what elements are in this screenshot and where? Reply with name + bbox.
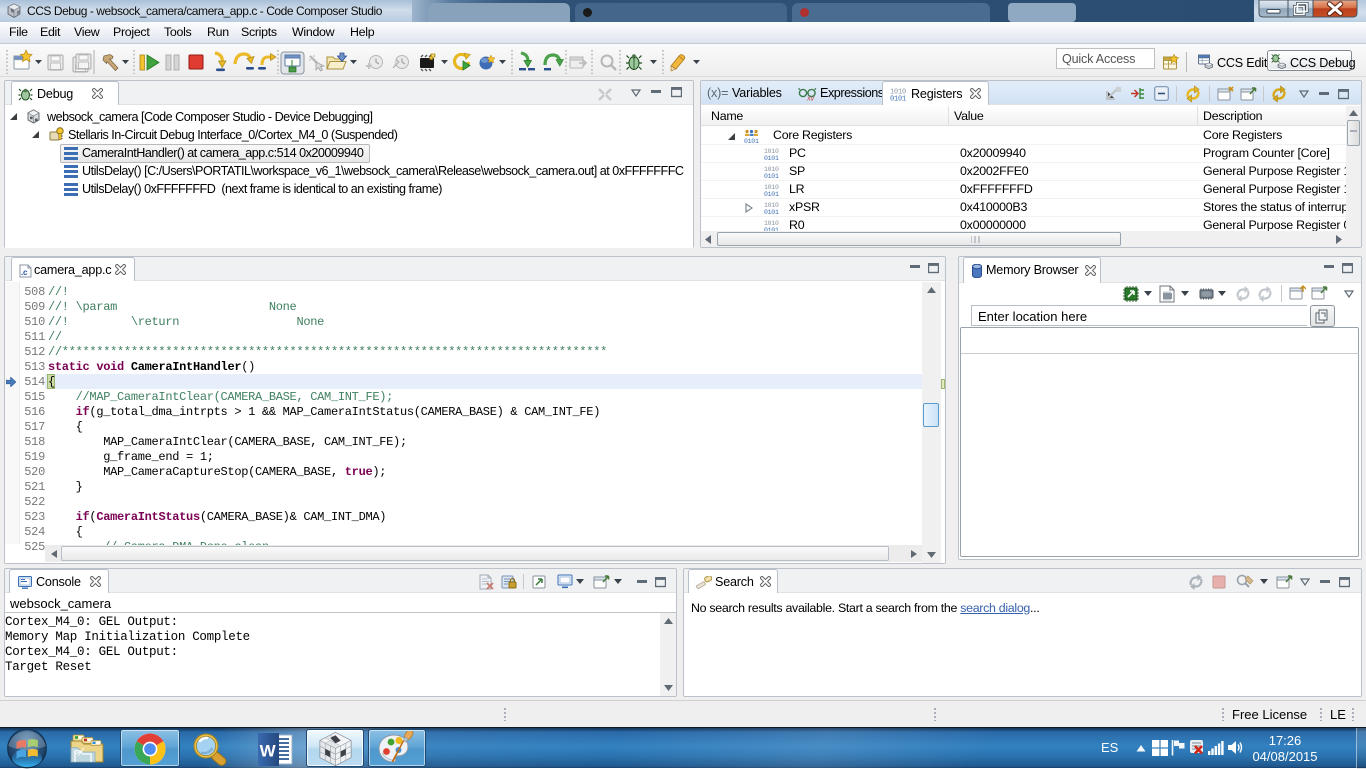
svg-text:0101: 0101 — [764, 155, 779, 161]
svg-text:1010: 1010 — [764, 202, 779, 209]
svg-text:1010: 1010 — [764, 148, 779, 155]
svg-text:0101: 0101 — [764, 191, 779, 197]
svg-text:1010: 1010 — [764, 184, 779, 191]
svg-text:0101: 0101 — [890, 96, 906, 102]
svg-text:1010: 1010 — [764, 166, 779, 173]
svg-text:0101: 0101 — [764, 209, 779, 215]
svg-text:0101: 0101 — [744, 138, 759, 144]
svg-text:.c: .c — [21, 268, 28, 277]
svg-text:0101: 0101 — [764, 173, 779, 179]
svg-text:1010: 1010 — [764, 220, 779, 227]
